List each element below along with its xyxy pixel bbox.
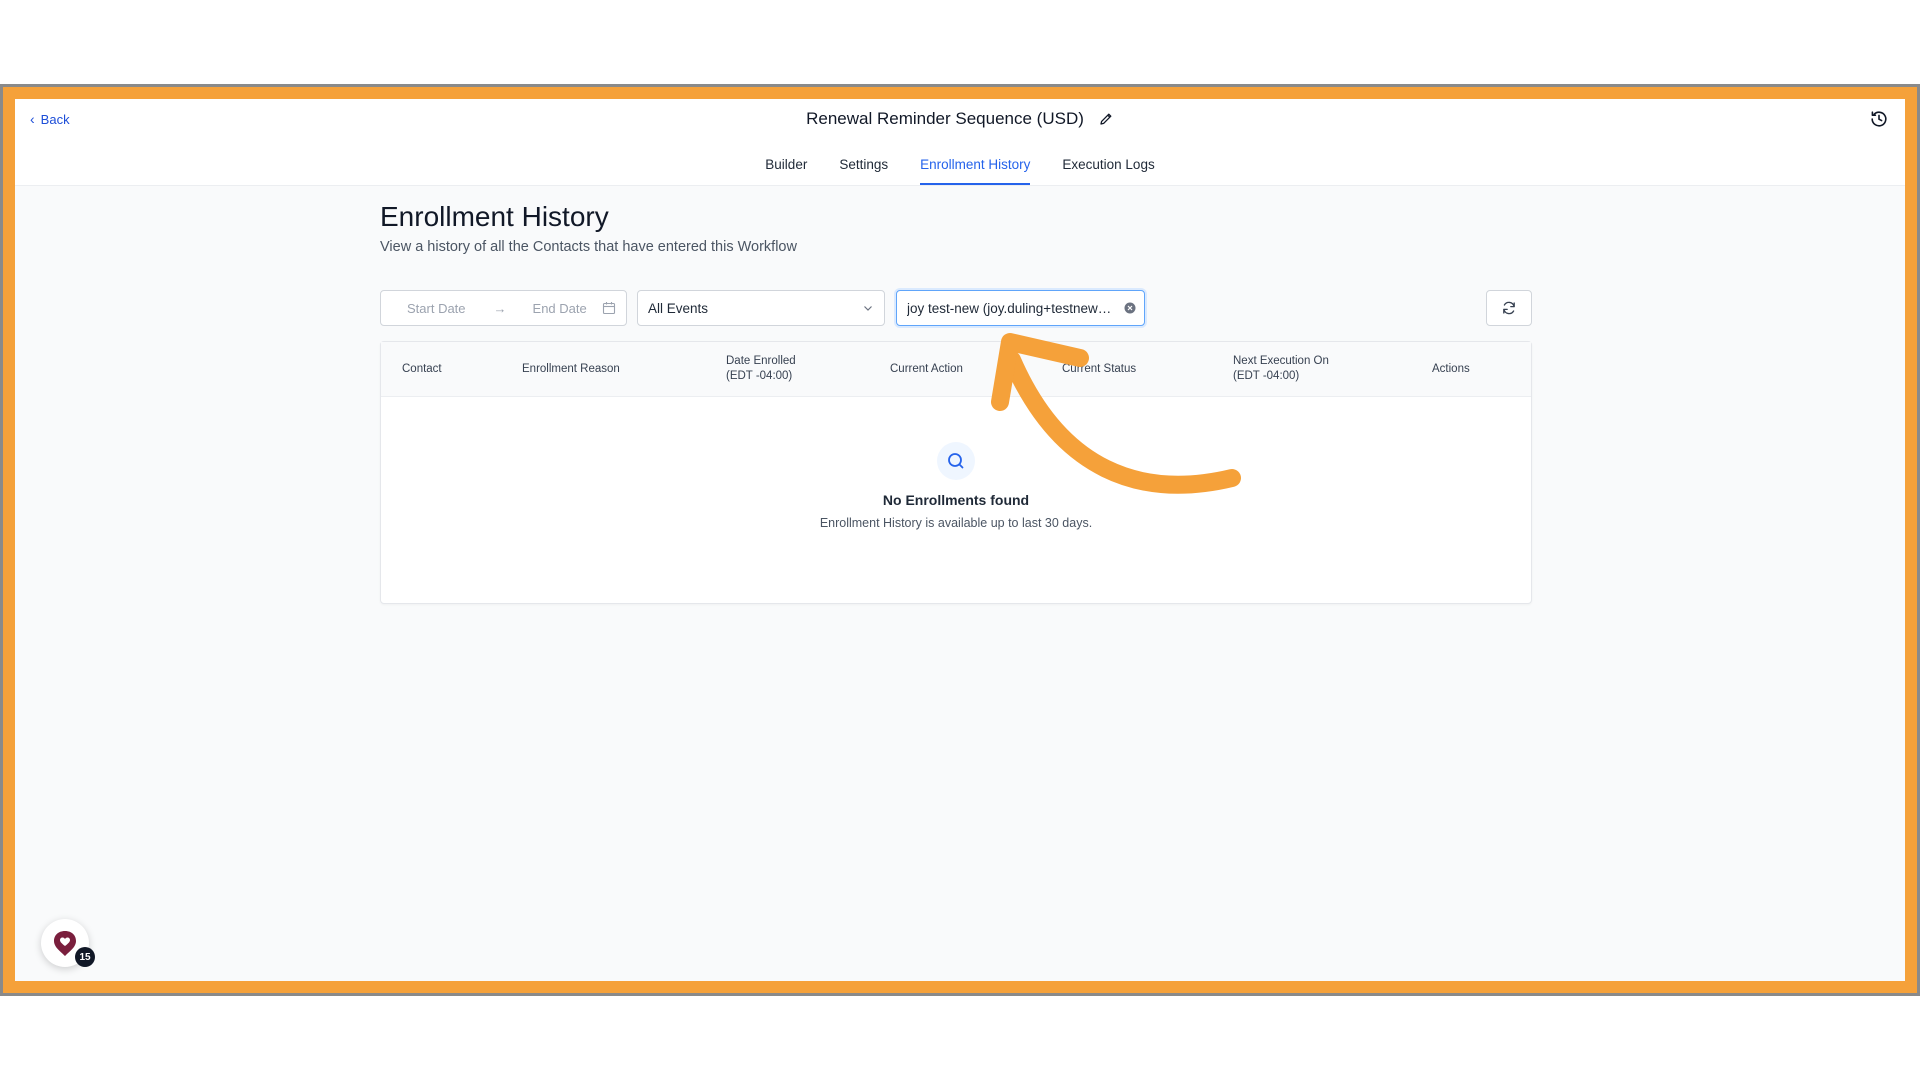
arrow-right-icon: → [493, 300, 507, 316]
filter-bar: Start Date → End Date All Events joy tes… [380, 290, 1532, 328]
events-select-value: All Events [648, 300, 709, 316]
workflow-title: Renewal Reminder Sequence (USD) [806, 109, 1084, 128]
column-header-date-enrolled: Date Enrolled (EDT -04:00) [726, 342, 796, 396]
title-bar: Renewal Reminder Sequence (USD) [15, 99, 1905, 139]
refresh-icon [1503, 301, 1515, 315]
tab-builder[interactable]: Builder [749, 143, 823, 185]
contact-filter-input[interactable]: joy test-new (joy.duling+testnew1@... [896, 290, 1145, 326]
column-label: Contact [402, 362, 442, 375]
column-header-enrollment-reason: Enrollment Reason [522, 342, 620, 396]
end-date-input[interactable]: End Date [533, 301, 587, 316]
highlight-border: ‹ Back Renewal Reminder Sequence (USD) B… [3, 87, 1917, 993]
column-header-current-action: Current Action [890, 342, 963, 396]
empty-state: No Enrollments found Enrollment History … [381, 442, 1531, 530]
tab-settings[interactable]: Settings [823, 143, 904, 185]
column-label: Enrollment Reason [522, 362, 620, 375]
column-timezone: (EDT -04:00) [1233, 370, 1300, 382]
enrollment-table: Contact Enrollment Reason Date Enrolled … [380, 341, 1532, 604]
history-icon[interactable] [1869, 109, 1889, 129]
chevron-down-icon [864, 306, 872, 311]
events-select[interactable]: All Events [637, 290, 885, 326]
table-header: Contact Enrollment Reason Date Enrolled … [381, 342, 1531, 397]
column-label: Current Action [890, 362, 963, 375]
top-bar: ‹ Back Renewal Reminder Sequence (USD) [15, 99, 1905, 144]
calendar-icon [602, 302, 616, 315]
pencil-icon[interactable] [1098, 111, 1114, 127]
tab-execution-logs[interactable]: Execution Logs [1046, 143, 1170, 185]
column-header-actions: Actions [1432, 342, 1470, 396]
column-header-current-status: Current Status [1062, 342, 1136, 396]
page-title: Enrollment History [380, 201, 609, 232]
column-label: Date Enrolled [726, 355, 796, 367]
column-header-contact: Contact [402, 342, 442, 396]
workflow-tabs: Builder Settings Enrollment History Exec… [15, 143, 1905, 186]
main-content: Enrollment History View a history of all… [380, 201, 1532, 604]
empty-state-title: No Enrollments found [882, 492, 1030, 508]
workflow-app: ‹ Back Renewal Reminder Sequence (USD) B… [15, 99, 1905, 981]
tab-enrollment-history[interactable]: Enrollment History [904, 143, 1046, 185]
column-timezone: (EDT -04:00) [726, 370, 793, 382]
clear-icon[interactable] [1124, 302, 1136, 314]
column-label: Actions [1432, 362, 1470, 375]
screenshot-frame: ‹ Back Renewal Reminder Sequence (USD) B… [0, 84, 1920, 996]
search-icon [937, 442, 975, 480]
empty-state-subtitle: Enrollment History is available up to la… [819, 516, 1093, 530]
contact-filter-value: joy test-new (joy.duling+testnew1@... [907, 300, 1118, 316]
column-label: Current Status [1062, 362, 1137, 375]
page-subtitle: View a history of all the Contacts that … [380, 239, 797, 255]
notification-badge: 15 [75, 947, 95, 967]
column-header-next-execution-on: Next Execution On (EDT -04:00) [1233, 342, 1329, 396]
start-date-input[interactable]: Start Date [407, 301, 466, 316]
heart-icon [54, 931, 76, 956]
refresh-button[interactable] [1486, 290, 1532, 326]
date-range-picker[interactable]: Start Date → End Date [380, 290, 627, 326]
column-label: Next Execution On [1233, 355, 1329, 367]
